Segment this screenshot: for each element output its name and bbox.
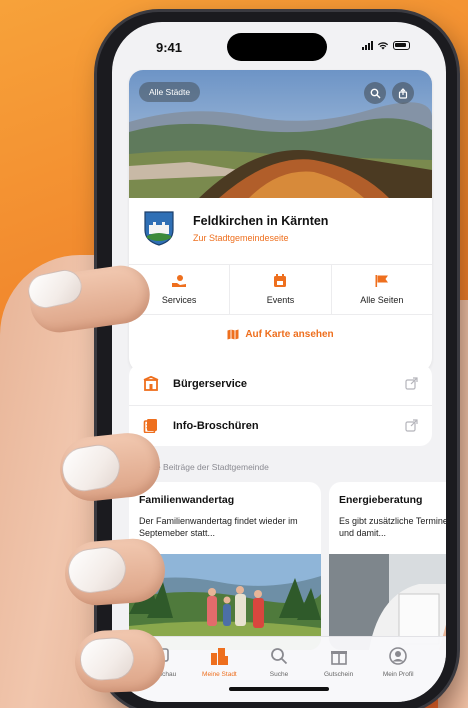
city-card: Alle Städte Feldkirchen in Kärnten Zur S… <box>129 70 432 372</box>
news-title: Energieberatung <box>339 494 423 506</box>
map-icon <box>227 329 239 340</box>
external-link-icon <box>405 377 418 390</box>
status-icons <box>362 41 410 50</box>
list-item-info-broschueren[interactable]: Info-Broschüren <box>129 405 432 446</box>
list-item-label: Info-Broschüren <box>173 420 259 432</box>
share-icon <box>398 87 408 99</box>
status-time: 9:41 <box>156 40 183 55</box>
brochure-icon <box>143 419 157 433</box>
tab-label: Suche <box>269 671 289 678</box>
quick-action-label: Alle Seiten <box>360 295 404 305</box>
news-card-energieberatung[interactable]: Energieberatung Es gibt zusätzliche Term… <box>329 482 446 650</box>
tab-label: Gutschein <box>323 671 354 678</box>
quick-action-label: Events <box>266 295 295 305</box>
calendar-icon <box>274 274 287 287</box>
city-icon <box>211 648 229 665</box>
wifi-icon <box>377 42 389 50</box>
signal-icon <box>362 41 373 50</box>
town-crest-icon <box>144 211 174 246</box>
quick-action-all-pages[interactable]: Alle Seiten <box>332 265 432 314</box>
town-page-link[interactable]: Zur Stadtgemeindeseite <box>193 233 289 243</box>
map-button[interactable]: Auf Karte ansehen <box>129 314 432 354</box>
gift-icon <box>330 651 347 665</box>
town-header: Feldkirchen in Kärnten Zur Stadtgemeinde… <box>143 210 432 250</box>
profile-icon <box>389 647 407 665</box>
home-indicator <box>229 687 329 691</box>
building-icon <box>143 376 159 391</box>
tab-label: Meine Stadt <box>202 671 237 678</box>
news-teaser: Es gibt zusätzliche Termine für die Ener… <box>339 516 446 538</box>
hand-service-icon <box>172 275 187 287</box>
town-name: Feldkirchen in Kärnten <box>193 214 329 228</box>
quick-action-events[interactable]: Events <box>230 265 332 314</box>
service-links: Bürgerservice Info-Broschüren <box>129 364 432 446</box>
external-link-icon <box>405 419 418 432</box>
all-cities-button[interactable]: Alle Städte <box>139 82 201 102</box>
news-teaser: Der Familienwandertag findet wieder im S… <box>139 516 298 538</box>
tab-mein-profil[interactable]: Mein Profil <box>368 637 428 697</box>
list-item-label: Bürgerservice <box>173 378 247 390</box>
battery-icon <box>393 41 410 50</box>
share-button[interactable] <box>392 82 414 104</box>
dynamic-island <box>227 33 327 61</box>
flag-icon <box>375 275 388 287</box>
phone-screen: 9:41 Alle Städte Feldkirchen in Kärnten … <box>112 22 446 702</box>
news-title: Familienwandertag <box>139 494 235 506</box>
search-button[interactable] <box>364 82 386 104</box>
status-bar: 9:41 <box>112 22 446 72</box>
list-item-buergerservice[interactable]: Bürgerservice <box>129 364 432 405</box>
quick-actions: Services Events Alle Seiten <box>129 264 432 314</box>
search-icon <box>271 648 288 665</box>
search-icon <box>370 88 380 98</box>
map-button-label: Auf Karte ansehen <box>245 329 334 340</box>
tab-label: Mein Profil <box>382 671 414 678</box>
